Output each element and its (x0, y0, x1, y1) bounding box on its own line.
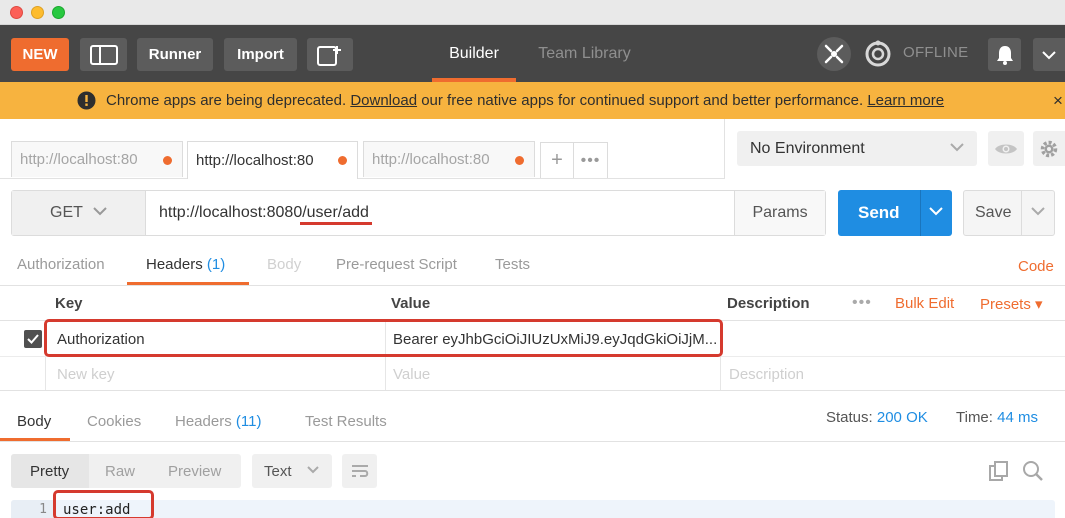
pretty-button[interactable]: Pretty (30, 463, 69, 480)
environment-quick-look-button[interactable] (988, 131, 1024, 166)
time-value: 44 ms (997, 409, 1038, 426)
wrap-lines-icon (351, 465, 368, 477)
bell-icon (996, 45, 1013, 65)
tab-pre-request-script[interactable]: Pre-request Script (336, 256, 457, 273)
column-key: Key (55, 295, 83, 312)
http-method-select[interactable]: GET (12, 191, 146, 235)
generate-code-link[interactable]: Code (1018, 258, 1054, 275)
tab-response-body[interactable]: Body (17, 413, 51, 430)
column-description: Description (727, 295, 810, 312)
new-description-input[interactable]: Description (729, 366, 804, 383)
send-button[interactable]: Send (838, 190, 952, 236)
banner-message: Chrome apps are being deprecated. Downlo… (106, 92, 945, 109)
new-key-input[interactable]: New key (57, 366, 115, 383)
chevron-down-icon (1042, 50, 1056, 59)
offline-status-label: OFFLINE (903, 44, 969, 61)
window-titlebar (0, 0, 1065, 25)
status-code: 200 OK (876, 409, 928, 426)
new-button[interactable]: NEW (11, 38, 69, 71)
satellite-icon (824, 44, 844, 64)
request-url-bar: GET http://localhost:8080/user/add Param… (11, 190, 826, 236)
raw-button[interactable]: Raw (105, 463, 135, 480)
tab-team-library[interactable]: Team Library (527, 25, 642, 82)
tab-builder[interactable]: Builder (432, 25, 516, 82)
tab-body[interactable]: Body (267, 256, 301, 273)
settings-menu-button[interactable] (1033, 38, 1065, 71)
gear-icon (1040, 140, 1058, 157)
headers-table-header: Key Value Description ••• Bulk Edit Pres… (0, 286, 1065, 321)
unsaved-dot-icon (163, 156, 172, 165)
chevron-down-icon (93, 207, 107, 216)
sync-status-button[interactable] (861, 37, 895, 71)
tab-response-cookies[interactable]: Cookies (87, 413, 141, 430)
sidebar-layout-icon (89, 44, 118, 65)
new-window-icon (317, 45, 341, 66)
tab-test-results[interactable]: Test Results (305, 413, 387, 430)
request-tab[interactable]: http://localhost:80 (11, 141, 183, 177)
bulk-edit-link[interactable]: Bulk Edit (895, 295, 954, 312)
minimize-window-button[interactable] (31, 6, 44, 19)
params-button[interactable]: Params (734, 191, 825, 235)
interceptor-button[interactable] (817, 37, 851, 71)
tab-tests[interactable]: Tests (495, 256, 530, 273)
url-input[interactable]: http://localhost:8080/user/add (146, 191, 734, 235)
sync-ring-icon (865, 40, 891, 67)
response-status: Status: 200 OK (826, 409, 928, 426)
toggle-sidebar-button[interactable] (80, 38, 127, 71)
response-time: Time: 44 ms (956, 409, 1038, 426)
save-button[interactable]: Save (963, 190, 1055, 236)
close-window-button[interactable] (10, 6, 23, 19)
wrap-lines-button[interactable] (342, 454, 377, 488)
new-window-button[interactable] (307, 38, 353, 71)
request-tab[interactable]: http://localhost:80 (363, 141, 535, 177)
close-banner-icon[interactable]: × (1053, 91, 1063, 111)
chevron-down-icon[interactable] (928, 205, 944, 217)
chevron-down-icon (307, 466, 319, 474)
response-format-group: Pretty Raw Preview (11, 454, 241, 488)
import-button[interactable]: Import (224, 38, 297, 71)
line-number: 1 (11, 500, 53, 518)
chevron-down-icon[interactable] (1030, 205, 1046, 217)
header-enabled-checkbox[interactable] (24, 330, 42, 348)
more-options-button[interactable]: ••• (852, 294, 872, 312)
authorization-header-highlight (44, 319, 723, 357)
notifications-button[interactable] (988, 38, 1021, 71)
presets-dropdown[interactable]: Presets ▾ (980, 295, 1043, 313)
unsaved-dot-icon (338, 156, 347, 165)
warning-icon (77, 91, 96, 114)
response-body-highlight (53, 490, 154, 518)
request-tabs-bar: http://localhost:80 http://localhost:80 … (0, 119, 725, 179)
url-path-underline (300, 222, 372, 225)
tab-response-headers[interactable]: Headers (11) (175, 413, 261, 430)
tab-authorization[interactable]: Authorization (17, 256, 105, 273)
environment-select[interactable]: No Environment (737, 131, 977, 166)
main-toolbar: NEW Runner Import Builder Team Library O… (0, 25, 1065, 82)
copy-icon[interactable] (988, 460, 1010, 486)
chevron-down-icon (950, 143, 964, 152)
download-link[interactable]: Download (350, 92, 417, 109)
learn-more-link[interactable]: Learn more (867, 92, 944, 109)
deprecation-banner: Chrome apps are being deprecated. Downlo… (0, 82, 1065, 119)
column-value: Value (391, 295, 431, 312)
request-tab-active[interactable]: http://localhost:80 (187, 141, 358, 179)
response-body-editor[interactable]: 1 user:add (11, 500, 1055, 518)
tab-headers[interactable]: Headers (1) (146, 256, 225, 273)
eye-icon (995, 144, 1017, 153)
unsaved-dot-icon (515, 156, 524, 165)
search-icon[interactable] (1022, 460, 1044, 486)
manage-environments-button[interactable] (1033, 131, 1065, 166)
table-row-new: New key Value Description (0, 357, 1065, 391)
checkmark-icon (27, 334, 39, 344)
add-tab-button[interactable]: + (540, 142, 574, 178)
zoom-window-button[interactable] (52, 6, 65, 19)
more-tabs-button[interactable]: ••• (574, 142, 608, 178)
new-value-input[interactable]: Value (393, 366, 430, 383)
response-type-select[interactable]: Text (252, 454, 332, 488)
runner-button[interactable]: Runner (137, 38, 213, 71)
preview-button[interactable]: Preview (168, 463, 221, 480)
